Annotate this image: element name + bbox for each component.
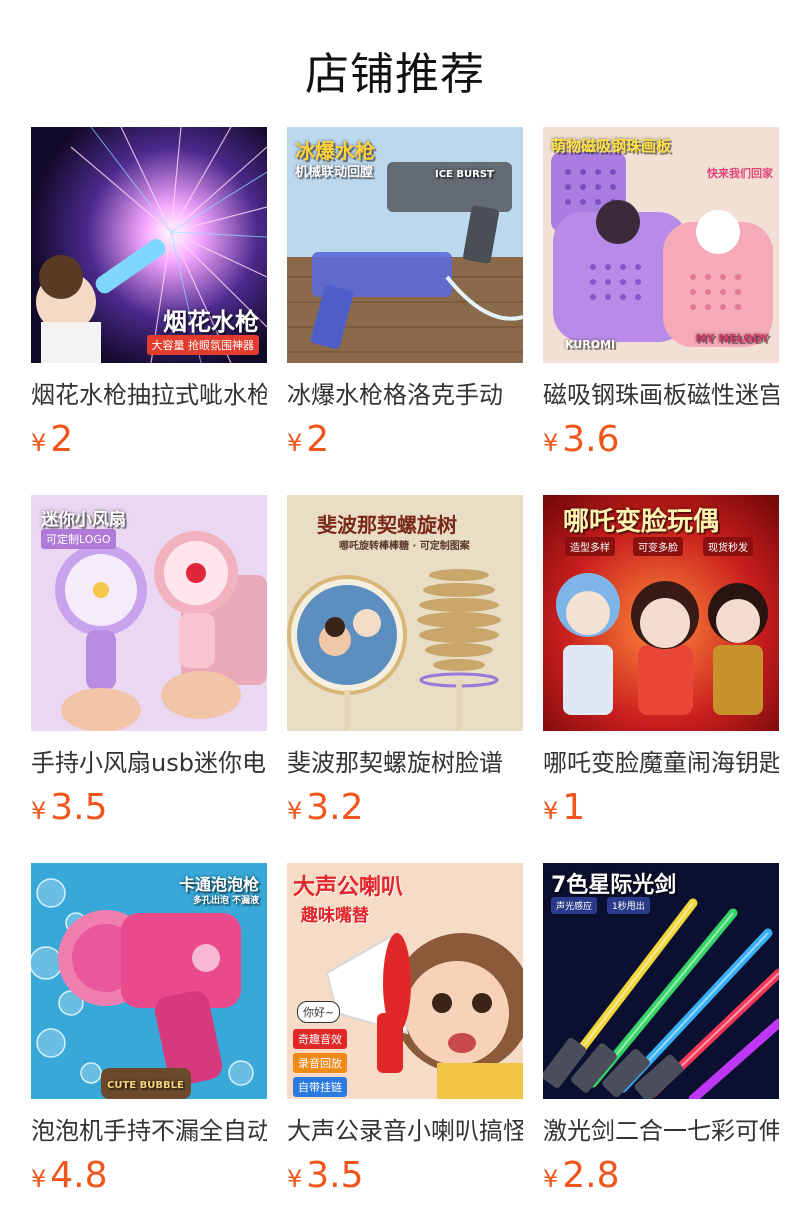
image-tag-1: 造型多样 [565, 537, 615, 556]
image-tag-3: 自带挂链 [293, 1077, 347, 1097]
currency-symbol: ¥ [31, 1165, 47, 1193]
image-subtag: 哪吒旋转棒棒糖 · 可定制图案 [339, 541, 470, 552]
product-name[interactable]: 大声公录音小喇叭搞怪 [287, 1116, 523, 1146]
price-value: 3.5 [306, 1155, 364, 1196]
product-name[interactable]: 斐波那契螺旋树脸谱 [287, 748, 523, 778]
price-value: 1 [562, 787, 586, 828]
currency-symbol: ¥ [287, 797, 303, 825]
image-badge: 萌物磁吸钢珠画板 [551, 137, 672, 155]
product-card[interactable]: 卡通泡泡枪 多孔出泡 不漏液 CUTE BUBBLE 泡泡机手持不漏全自动 ¥4… [31, 863, 267, 1196]
image-tag-2: 1秒甩出 [607, 897, 650, 914]
currency-symbol: ¥ [287, 1165, 303, 1193]
currency-symbol: ¥ [31, 797, 47, 825]
product-card[interactable]: 斐波那契螺旋树 哪吒旋转棒棒糖 · 可定制图案 斐波那契螺旋树脸谱 ¥3.2 [287, 495, 523, 828]
product-image[interactable]: 萌物磁吸钢珠画板 快来我们回家 KUROMI MY MELODY [543, 127, 779, 363]
image-tag-2: 可变多脸 [633, 537, 683, 556]
image-subtag: 机械联动回膛 [295, 165, 374, 180]
product-price: ¥2 [287, 420, 523, 460]
image-brand-text: ICE BURST [435, 169, 494, 180]
product-name[interactable]: 哪吒变脸魔童闹海钥匙扣 [543, 748, 779, 778]
image-badge: 大声公喇叭 [293, 875, 404, 900]
image-tag-2: 录音回放 [293, 1053, 347, 1073]
product-name[interactable]: 手持小风扇usb迷你电风扇 [31, 748, 267, 778]
product-card[interactable]: 迷你小风扇 可定制LOGO 手持小风扇usb迷你电风扇 ¥3.5 [31, 495, 267, 828]
price-value: 3.6 [562, 419, 620, 460]
image-tag-3: 现货秒发 [703, 537, 753, 556]
product-price: ¥2 [31, 420, 267, 460]
product-card[interactable]: 烟花水枪 大容量 抢眼氛围神器 烟花水枪抽拉式呲水枪 ¥2 [31, 127, 267, 460]
price-value: 4.8 [50, 1155, 108, 1196]
product-price: ¥3.2 [287, 788, 523, 828]
product-image[interactable]: 哪吒变脸玩偶 造型多样 可变多脸 现货秒发 [543, 495, 779, 731]
image-badge: 迷你小风扇 [41, 510, 126, 530]
price-value: 3.5 [50, 787, 108, 828]
image-brand-text: KUROMI [565, 338, 616, 351]
product-price: ¥1 [543, 788, 779, 828]
image-tag-1: 奇趣音效 [293, 1029, 347, 1049]
image-badge: 哪吒变脸玩偶 [563, 507, 720, 537]
product-name[interactable]: 烟花水枪抽拉式呲水枪 [31, 380, 267, 410]
product-price: ¥2.8 [543, 1156, 779, 1196]
product-image[interactable]: 冰爆水枪 机械联动回膛 ICE BURST [287, 127, 523, 363]
section-title: 店铺推荐 [305, 49, 485, 100]
image-tag-1: 声光感应 [551, 897, 598, 914]
product-price: ¥3.5 [287, 1156, 523, 1196]
price-value: 2.8 [562, 1155, 620, 1196]
product-name[interactable]: 磁吸钢珠画板磁性迷宫 [543, 380, 779, 410]
price-value: 2 [50, 419, 74, 460]
product-price: ¥3.5 [31, 788, 267, 828]
product-card[interactable]: 哪吒变脸玩偶 造型多样 可变多脸 现货秒发 哪吒变脸魔童闹海钥匙扣 ¥1 [543, 495, 779, 828]
product-image[interactable]: 大声公喇叭 趣味嘴替 奇趣音效 录音回放 自带挂链 你好~ [287, 863, 523, 1099]
product-card[interactable]: 7色星际光剑 声光感应 1秒甩出 激光剑二合一七彩可伸缩 ¥2.8 [543, 863, 779, 1196]
currency-symbol: ¥ [543, 429, 559, 457]
image-badge: 卡通泡泡枪 [178, 875, 259, 894]
image-badge: 斐波那契螺旋树 [317, 513, 457, 537]
image-subtag: 趣味嘴替 [301, 906, 369, 926]
product-price: ¥4.8 [31, 1156, 267, 1196]
product-image[interactable]: 烟花水枪 大容量 抢眼氛围神器 [31, 127, 267, 363]
image-badge: 冰爆水枪 [295, 139, 375, 163]
product-image[interactable]: 7色星际光剑 声光感应 1秒甩出 [543, 863, 779, 1099]
price-value: 2 [306, 419, 330, 460]
currency-symbol: ¥ [543, 1165, 559, 1193]
image-badge: 7色星际光剑 [551, 873, 677, 898]
image-brand-text: CUTE BUBBLE [107, 1080, 184, 1091]
product-image[interactable]: 斐波那契螺旋树 哪吒旋转棒棒糖 · 可定制图案 [287, 495, 523, 731]
image-subtag: 可定制LOGO [41, 529, 116, 549]
product-price: ¥3.6 [543, 420, 779, 460]
product-card[interactable]: 萌物磁吸钢珠画板 快来我们回家 KUROMI MY MELODY 磁吸钢珠画板磁… [543, 127, 779, 460]
currency-symbol: ¥ [287, 429, 303, 457]
currency-symbol: ¥ [543, 797, 559, 825]
product-card[interactable]: 大声公喇叭 趣味嘴替 奇趣音效 录音回放 自带挂链 你好~ 大声公录音小喇叭搞怪… [287, 863, 523, 1196]
speech-bubble: 你好~ [297, 1001, 341, 1023]
product-name[interactable]: 泡泡机手持不漏全自动 [31, 1116, 267, 1146]
image-subtag: 快来我们回家 [707, 167, 773, 180]
image-subtag: 多孔出泡 不漏液 [192, 896, 259, 906]
product-image[interactable]: 卡通泡泡枪 多孔出泡 不漏液 CUTE BUBBLE [31, 863, 267, 1099]
product-name[interactable]: 冰爆水枪格洛克手动 [287, 380, 523, 410]
currency-symbol: ¥ [31, 429, 47, 457]
product-card[interactable]: 冰爆水枪 机械联动回膛 ICE BURST 冰爆水枪格洛克手动 ¥2 [287, 127, 523, 460]
image-badge: 烟花水枪 [163, 308, 259, 336]
image-subtag: 大容量 抢眼氛围神器 [146, 335, 259, 355]
product-image[interactable]: 迷你小风扇 可定制LOGO [31, 495, 267, 731]
product-name[interactable]: 激光剑二合一七彩可伸缩 [543, 1116, 779, 1146]
image-brand-text-2: MY MELODY [695, 332, 769, 345]
price-value: 3.2 [306, 787, 364, 828]
